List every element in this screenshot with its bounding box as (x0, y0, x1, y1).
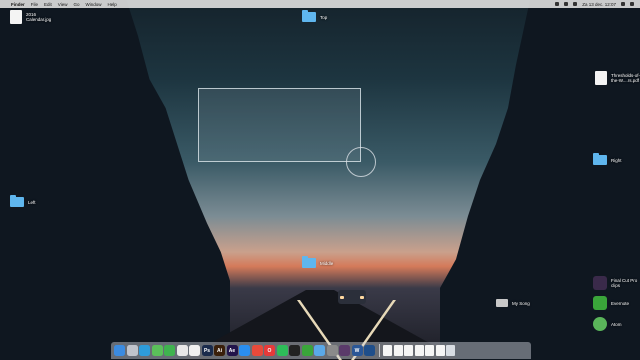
cursor-highlight-ring (346, 147, 376, 177)
launchpad-icon[interactable] (126, 345, 138, 356)
desktop-item-final-cut-clips[interactable]: Final Cut Pro clips (593, 276, 637, 290)
dock-doc-1-icon[interactable] (383, 345, 392, 356)
messages-icon[interactable] (151, 345, 163, 356)
desktop-item-label: 2016 Calendar.jpg (26, 12, 52, 22)
desktop-item-label: Final Cut Pro clips (611, 278, 638, 288)
dock-doc-5-icon[interactable] (425, 345, 434, 356)
notification-center-icon[interactable] (630, 2, 634, 6)
mail-icon[interactable] (314, 345, 325, 356)
desktop-item-middle[interactable]: Middle (302, 256, 334, 268)
status-tray: Za 13 dec. 12:07 (555, 2, 634, 7)
dock-doc-6-icon[interactable] (435, 345, 445, 356)
app-store-icon[interactable] (239, 345, 250, 356)
word-icon[interactable]: W (351, 345, 363, 356)
jpg-file-icon (10, 10, 22, 24)
folder-icon (10, 195, 24, 207)
quicktime-icon[interactable] (364, 345, 375, 356)
desktop-item-label: Thresholds-of- the-W....rs.pdf (611, 73, 640, 83)
trash-icon[interactable] (446, 345, 455, 356)
pdf-file-icon (595, 71, 607, 85)
menu-edit[interactable]: Edit (44, 2, 52, 7)
desktop-item-right[interactable]: Right (593, 153, 622, 165)
wifi-icon[interactable] (555, 2, 560, 6)
desktop-item-calendar[interactable]: 2016 Calendar.jpg (10, 10, 51, 24)
dock-doc-3-icon[interactable] (404, 345, 413, 356)
menu-view[interactable]: View (58, 2, 68, 7)
final-cut-icon[interactable] (339, 345, 350, 356)
calendar-icon[interactable] (189, 345, 200, 356)
dock-doc-4-icon[interactable] (414, 345, 424, 356)
battery-icon[interactable] (573, 2, 578, 6)
menu-finder[interactable]: Finder (11, 2, 25, 7)
desktop-item-evernote[interactable]: Evernote (593, 296, 629, 310)
folder-icon (302, 10, 316, 22)
desktop-item-left[interactable]: Left (10, 195, 36, 207)
facetime-icon[interactable] (164, 345, 175, 356)
menu-file[interactable]: File (31, 2, 38, 7)
desktop-item-atom[interactable]: Atom (593, 317, 622, 331)
wallpaper-car (338, 290, 366, 304)
evernote-icon[interactable] (301, 345, 313, 356)
dock: Ps Ai Ae O W (111, 342, 531, 359)
dock-doc-2-icon[interactable] (393, 345, 403, 356)
desktop-item-my-song[interactable]: My Song (496, 299, 530, 307)
spotlight-icon[interactable] (621, 2, 625, 6)
drag-selection-rectangle (198, 88, 361, 162)
chrome-icon[interactable] (251, 345, 263, 356)
opera-icon[interactable]: O (264, 345, 275, 356)
menu-window[interactable]: Window (86, 2, 102, 7)
audio-file-icon (496, 299, 508, 307)
photos-icon[interactable] (176, 345, 188, 356)
desktop-item-label: Atom (611, 321, 622, 327)
final-cut-pro-icon (593, 276, 607, 290)
menu-bar: Finder File Edit View Go Window Help Za … (0, 0, 640, 8)
spotify-icon[interactable] (276, 345, 288, 356)
folder-icon (302, 256, 316, 268)
menubar-clock[interactable]: Za 13 dec. 12:07 (582, 2, 616, 7)
desktop-item-label: Top (320, 14, 328, 20)
menu-help[interactable]: Help (108, 2, 117, 7)
volume-icon[interactable] (564, 2, 569, 6)
desktop-item-top[interactable]: Top (302, 10, 328, 22)
menu-go[interactable]: Go (73, 2, 79, 7)
atom-icon (593, 317, 607, 331)
dock-separator (378, 344, 380, 357)
aftereffects-icon[interactable]: Ae (226, 345, 238, 356)
evernote-icon (593, 296, 607, 310)
safari-icon[interactable] (139, 345, 150, 356)
illustrator-icon[interactable]: Ai (214, 345, 225, 356)
desktop-item-label: Left (28, 199, 36, 205)
folder-icon (593, 153, 607, 165)
desktop-item-label: Middle (320, 260, 334, 266)
photoshop-icon[interactable]: Ps (201, 345, 213, 356)
stack-icon[interactable] (326, 345, 338, 356)
finder-icon[interactable] (114, 345, 125, 356)
desktop-item-label: Right (611, 157, 622, 163)
desktop-item-label: My Song (512, 300, 530, 306)
desktop-item-label: Evernote (611, 300, 630, 306)
desktop-item-thresholds-pdf[interactable]: Thresholds-of- the-W....rs.pdf (595, 71, 640, 85)
terminal-icon[interactable] (289, 345, 300, 356)
wallpaper-trees-left (0, 0, 230, 360)
